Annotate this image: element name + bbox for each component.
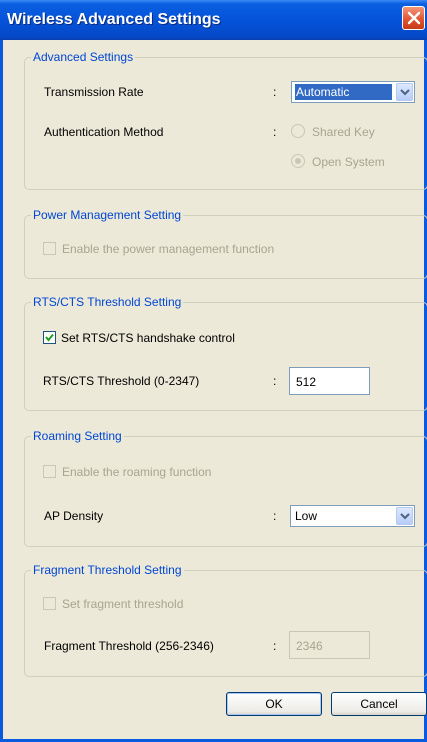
fragment-threshold-label: Fragment Threshold (256-2346) [44, 639, 214, 653]
advanced-settings-legend: Advanced Settings [33, 50, 134, 64]
fragment-threshold-checkbox[interactable] [43, 597, 56, 610]
power-management-label: Enable the power management function [62, 242, 275, 256]
radio-selected-dot [295, 158, 301, 164]
rts-cts-threshold-colon: : [273, 374, 277, 388]
fragment-threshold-input[interactable]: 2346 [289, 631, 370, 659]
open-system-label: Open System [312, 155, 385, 169]
auth-method-colon: : [273, 125, 277, 139]
roaming-group: Roaming Setting [24, 429, 427, 547]
close-button[interactable] [402, 6, 425, 30]
fragment-threshold-checkbox-label: Set fragment threshold [62, 597, 184, 611]
rts-cts-threshold-value: 512 [296, 375, 317, 389]
checkmark-icon [45, 333, 54, 342]
ap-density-colon: : [273, 509, 277, 523]
shared-key-label: Shared Key [312, 125, 375, 139]
transmission-rate-dropdown-button[interactable] [396, 83, 413, 101]
ap-density-select[interactable]: Low [290, 505, 415, 527]
fragment-threshold-legend: Fragment Threshold Setting [33, 563, 182, 577]
ap-density-label: AP Density [44, 509, 104, 523]
auth-method-label: Authentication Method [44, 125, 164, 139]
ap-density-dropdown-button[interactable] [396, 507, 413, 525]
roaming-legend: Roaming Setting [33, 429, 122, 443]
fragment-threshold-group: Fragment Threshold Setting [24, 563, 427, 677]
transmission-rate-label: Transmission Rate [44, 85, 144, 99]
power-management-checkbox[interactable] [43, 242, 56, 255]
transmission-rate-colon: : [273, 85, 277, 99]
open-system-radio[interactable] [291, 154, 305, 168]
rts-cts-threshold-label: RTS/CTS Threshold (0-2347) [43, 374, 200, 388]
rts-cts-handshake-label: Set RTS/CTS handshake control [61, 331, 235, 345]
rts-cts-legend: RTS/CTS Threshold Setting [33, 295, 182, 309]
ap-density-value: Low [295, 509, 318, 523]
window-title: Wireless Advanced Settings [7, 11, 221, 28]
advanced-settings-group: Advanced Settings [24, 50, 427, 190]
rts-cts-handshake-checkbox[interactable] [43, 331, 56, 344]
fragment-threshold-colon: : [273, 639, 277, 653]
power-management-legend: Power Management Setting [33, 208, 182, 222]
chevron-down-icon [400, 513, 410, 520]
roaming-checkbox[interactable] [43, 465, 56, 478]
cancel-button[interactable]: Cancel [331, 692, 427, 716]
chevron-down-icon [400, 89, 410, 96]
title-bar[interactable]: Wireless Advanced Settings [0, 0, 427, 40]
transmission-rate-select[interactable]: Automatic [291, 81, 415, 103]
roaming-label: Enable the roaming function [62, 465, 212, 479]
shared-key-radio[interactable] [291, 124, 305, 138]
ok-button[interactable]: OK [226, 692, 322, 716]
fragment-threshold-value: 2346 [296, 639, 323, 653]
close-icon [407, 11, 421, 25]
transmission-rate-value: Automatic [295, 84, 392, 100]
rts-cts-threshold-input[interactable]: 512 [289, 367, 370, 395]
